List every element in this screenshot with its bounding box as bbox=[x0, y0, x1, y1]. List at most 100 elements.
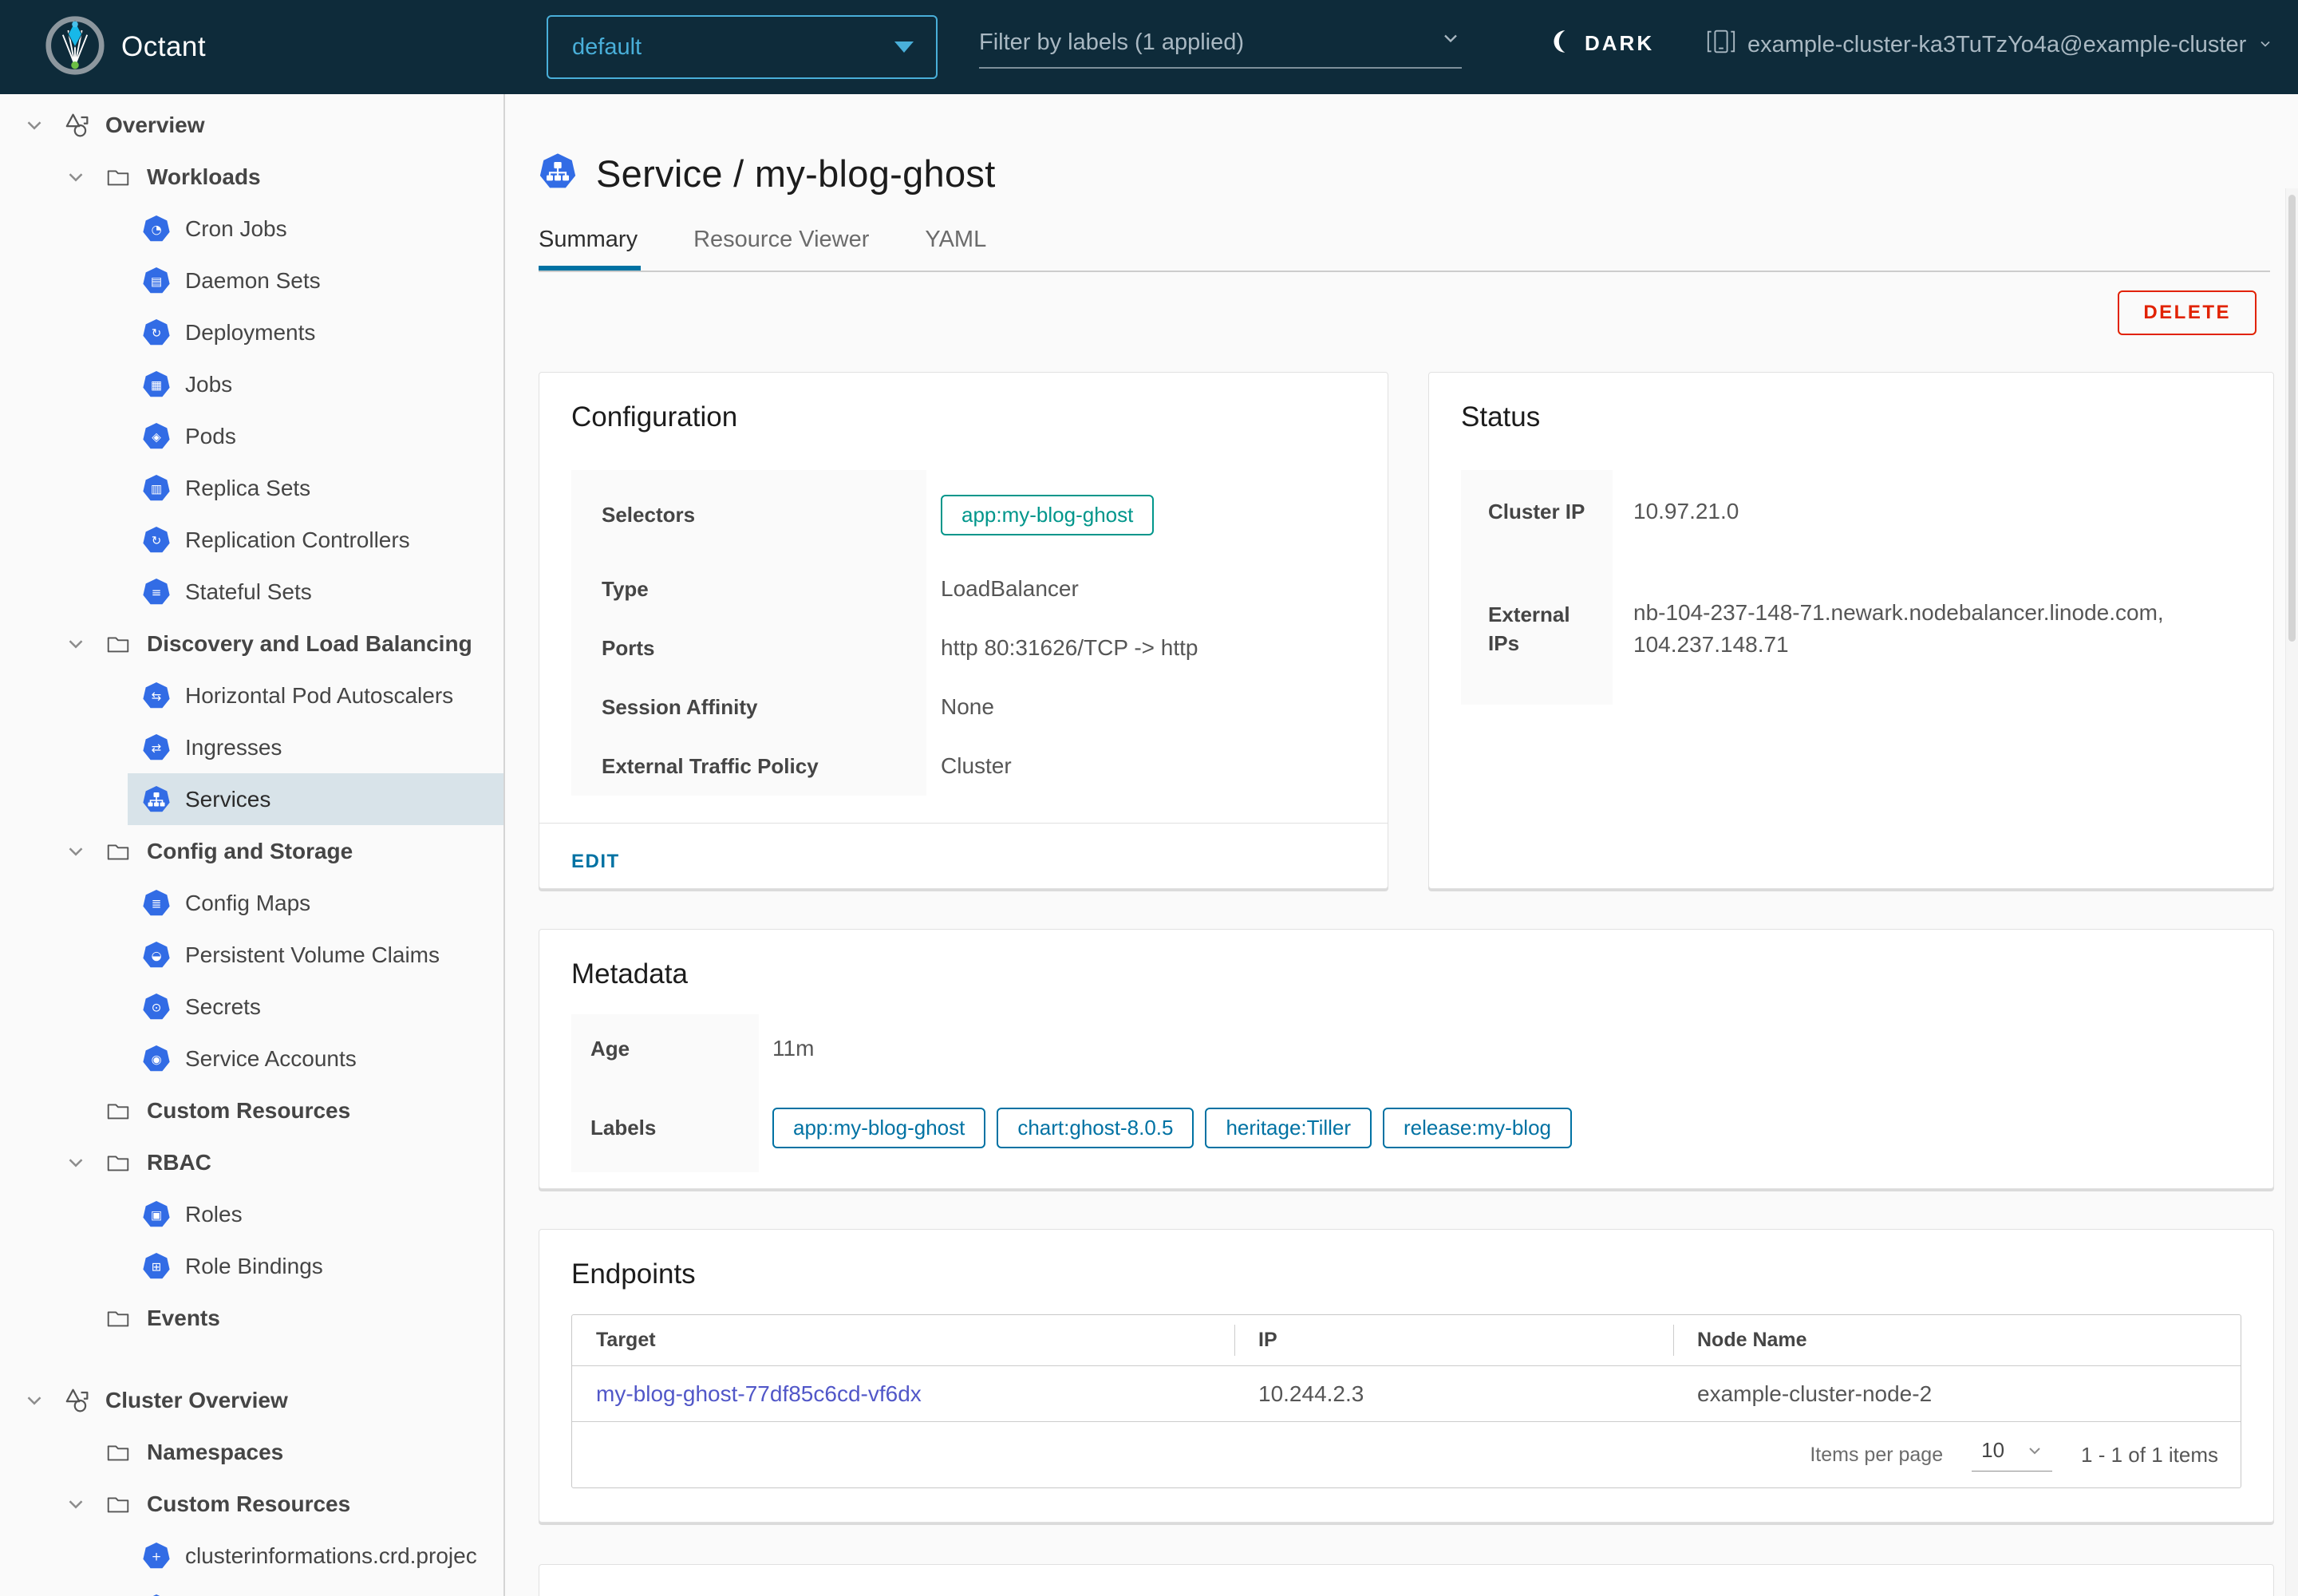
sidebar-item-config-maps[interactable]: ≣ Config Maps bbox=[0, 877, 503, 929]
sidebar-item-persistent-volume-claims[interactable]: ◒ Persistent Volume Claims bbox=[0, 929, 503, 981]
sidebar-item-config-and-storage[interactable]: Config and Storage bbox=[0, 825, 503, 877]
items-per-page-select[interactable]: 10 bbox=[1972, 1438, 2053, 1472]
chevron-down-icon[interactable] bbox=[62, 1151, 89, 1175]
namespace-select[interactable]: default bbox=[547, 15, 938, 79]
items-per-page-value: 10 bbox=[1981, 1438, 2005, 1462]
sidebar-item-label: Workloads bbox=[147, 164, 261, 189]
sidebar-item-stateful-sets[interactable]: ≡ Stateful Sets bbox=[0, 566, 503, 618]
chevron-down-icon[interactable] bbox=[21, 1389, 48, 1412]
chevron-down-icon[interactable] bbox=[62, 632, 89, 656]
main-content: Service / my-blog-ghost Summary Resource … bbox=[507, 94, 2298, 1596]
roles-icon: ▣ bbox=[140, 1200, 172, 1229]
edit-link[interactable]: EDIT bbox=[571, 851, 620, 872]
events-card: Events bbox=[539, 1564, 2274, 1596]
sidebar-item-label: Replication Controllers bbox=[185, 527, 410, 552]
tab-resource-viewer[interactable]: Resource Viewer bbox=[693, 227, 872, 271]
sidebar-item-replication-controllers[interactable]: ↻ Replication Controllers bbox=[0, 514, 503, 566]
chevron-down-icon[interactable] bbox=[62, 839, 89, 863]
sidebar-item-secrets[interactable]: ⊙ Secrets bbox=[0, 981, 503, 1033]
chevron-down-icon[interactable] bbox=[21, 113, 48, 137]
sidebar-item-cluster-overview[interactable]: Cluster Overview bbox=[0, 1374, 503, 1426]
vertical-scrollbar[interactable] bbox=[2285, 188, 2298, 1596]
svg-text:⊙: ⊙ bbox=[152, 1000, 162, 1014]
kv-label-type: Type bbox=[571, 559, 926, 618]
sidebar-item-label: RBAC bbox=[147, 1149, 211, 1175]
sidebar-item-discovery-and-load-balancing[interactable]: Discovery and Load Balancing bbox=[0, 618, 503, 670]
svg-text:≡: ≡ bbox=[152, 585, 162, 599]
scrollbar-thumb[interactable] bbox=[2288, 195, 2296, 642]
sidebar-item-daemon-sets[interactable]: ▤ Daemon Sets bbox=[0, 255, 503, 306]
endpoints-title: Endpoints bbox=[571, 1258, 696, 1290]
sidebar-item-events[interactable]: Events bbox=[0, 1292, 503, 1344]
secrets-icon: ⊙ bbox=[140, 993, 172, 1021]
folder-icon bbox=[102, 164, 134, 191]
sidebar-item-roles[interactable]: ▣ Roles bbox=[0, 1188, 503, 1240]
label-badge-app-my-blog-ghost[interactable]: app:my-blog-ghost bbox=[941, 494, 1155, 535]
tab-yaml[interactable]: YAML bbox=[925, 227, 989, 271]
sidebar-item-overview[interactable]: Overview bbox=[0, 99, 503, 151]
label-badge-app-my-blog-ghost[interactable]: app:my-blog-ghost bbox=[772, 1107, 986, 1148]
sidebar-item-custom-resources[interactable]: Custom Resources bbox=[0, 1084, 503, 1136]
tab-summary[interactable]: Summary bbox=[539, 227, 641, 271]
kv-value-external-traffic-policy: Cluster bbox=[941, 753, 1012, 778]
sidebar-item-ingresses[interactable]: ⇄ Ingresses bbox=[0, 721, 503, 773]
page-title-text: Service / my-blog-ghost bbox=[596, 152, 996, 195]
endpoint-row: my-blog-ghost-77df85c6cd-vf6dx 10.244.2.3… bbox=[572, 1366, 2241, 1422]
sidebar-item-label: Namespaces bbox=[147, 1439, 284, 1464]
sidebar-item-services[interactable]: Services bbox=[0, 773, 503, 825]
sidebar-item-replica-sets[interactable]: ▥ Replica Sets bbox=[0, 462, 503, 514]
service-icon bbox=[539, 152, 577, 195]
tab-bar: Summary Resource Viewer YAML bbox=[539, 227, 2270, 272]
filter-by-labels-text: Filter by labels (1 applied) bbox=[979, 30, 1245, 55]
sidebar-item-label: Deployments bbox=[185, 319, 316, 345]
role-bindings-icon: ⊞ bbox=[140, 1252, 172, 1281]
status-card: Status Cluster IP 10.97.21.0 External IPs n… bbox=[1428, 372, 2274, 889]
svg-text:◉: ◉ bbox=[151, 1052, 161, 1066]
ingresses-icon: ⇄ bbox=[140, 733, 172, 762]
kv-value-selectors: app:my-blog-ghost bbox=[926, 470, 1356, 559]
clusterinformations-crd-projec-icon: + bbox=[140, 1542, 172, 1570]
sidebar-item-label: Cluster Overview bbox=[105, 1387, 288, 1412]
sidebar-item-label: Daemon Sets bbox=[185, 267, 321, 293]
endpoints-table: Target IP Node Name my-blog-ghost-77df85c6… bbox=[571, 1314, 2241, 1488]
label-badge-heritage-tiller[interactable]: heritage:Tiller bbox=[1205, 1107, 1372, 1148]
label-badge-chart-ghost-8-0-5[interactable]: chart:ghost-8.0.5 bbox=[997, 1107, 1194, 1148]
dark-mode-toggle[interactable]: DARK bbox=[1548, 29, 1654, 58]
svg-text:↻: ↻ bbox=[152, 533, 162, 547]
metadata-title: Metadata bbox=[571, 958, 688, 990]
sidebar-item-service-accounts[interactable]: ◉ Service Accounts bbox=[0, 1033, 503, 1084]
sidebar-item-clusterinformations-crd-projec[interactable]: + clusterinformations.crd.projec bbox=[0, 1530, 503, 1582]
sidebar-item-rbac[interactable]: RBAC bbox=[0, 1136, 503, 1188]
sidebar-item-label: Persistent Volume Claims bbox=[185, 942, 440, 967]
column-header-target: Target bbox=[596, 1329, 656, 1351]
chevron-down-icon[interactable] bbox=[62, 1492, 89, 1516]
sidebar-item-role-bindings[interactable]: ⊞ Role Bindings bbox=[0, 1240, 503, 1292]
label-badge-release-my-blog[interactable]: release:my-blog bbox=[1383, 1107, 1572, 1148]
sidebar-item-csidrivers-csi-storage-k8s-io[interactable]: +csidrivers.csi.storage.k8s.io bbox=[0, 1582, 503, 1596]
deployments-icon: ↻ bbox=[140, 318, 172, 347]
sidebar-item-horizontal-pod-autoscalers[interactable]: ⇆ Horizontal Pod Autoscalers bbox=[0, 670, 503, 721]
endpoints-card: Endpoints Target IP Node Name my-blog-ghos… bbox=[539, 1229, 2274, 1523]
sidebar-item-deployments[interactable]: ↻ Deployments bbox=[0, 306, 503, 358]
sidebar-item-pods[interactable]: ◈ Pods bbox=[0, 410, 503, 462]
app-title: Octant bbox=[121, 31, 207, 62]
filter-by-labels-control[interactable]: Filter by labels (1 applied) bbox=[979, 27, 1462, 69]
sidebar-item-workloads[interactable]: Workloads bbox=[0, 151, 503, 203]
delete-button[interactable]: DELETE bbox=[2118, 290, 2257, 335]
kv-label-selectors: Selectors bbox=[571, 470, 926, 559]
chevron-down-icon[interactable] bbox=[62, 165, 89, 189]
folder-icon bbox=[102, 1305, 134, 1332]
sidebar-item-label: clusterinformations.crd.projec bbox=[185, 1543, 477, 1568]
sidebar-item-custom-resources-cluster[interactable]: Custom Resources bbox=[0, 1478, 503, 1530]
sidebar-nav: Overview Workloads ◔ Cron Jobs ▤ Daemon Sets ↻… bbox=[0, 94, 505, 1596]
status-title: Status bbox=[1461, 401, 1541, 433]
endpoint-target-link[interactable]: my-blog-ghost-77df85c6cd-vf6dx bbox=[596, 1381, 922, 1407]
svg-text:▦: ▦ bbox=[151, 377, 162, 392]
sidebar-item-jobs[interactable]: ▦ Jobs bbox=[0, 358, 503, 410]
cluster-context-menu[interactable]: example-cluster-ka3TuTzYo4a@example-clus… bbox=[1706, 29, 2273, 61]
kv-label-external-traffic-policy: External Traffic Policy bbox=[571, 737, 926, 796]
kv-label-labels: Labels bbox=[571, 1083, 759, 1172]
sidebar-item-namespaces[interactable]: Namespaces bbox=[0, 1426, 503, 1478]
sidebar-item-cron-jobs[interactable]: ◔ Cron Jobs bbox=[0, 203, 503, 255]
app-header: Octant default Filter by labels (1 appli… bbox=[0, 0, 2298, 94]
